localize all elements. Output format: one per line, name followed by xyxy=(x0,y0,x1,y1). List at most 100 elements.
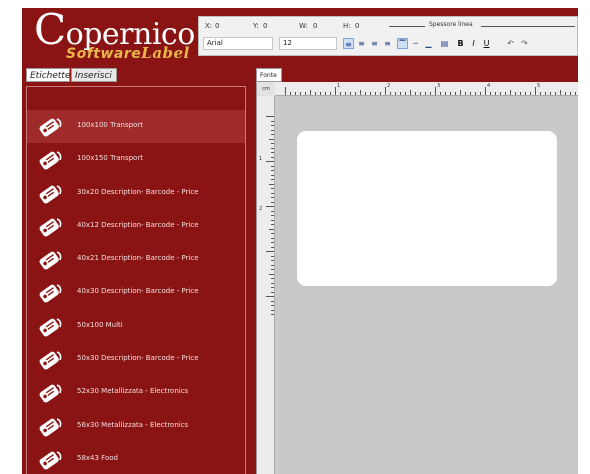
tab-document[interactable]: Fonte xyxy=(256,68,282,82)
list-item[interactable]: 52x30 Metallizzata - Electronics xyxy=(27,376,245,409)
ruler-tick xyxy=(325,92,326,95)
h-label: H: xyxy=(343,22,351,30)
labels-panel: Etichette Inserisci 100x100 Transport 100… xyxy=(22,64,250,474)
y-field[interactable]: 0 xyxy=(263,22,267,30)
tag-icon xyxy=(39,417,62,437)
tag-icon xyxy=(39,318,62,337)
list-item[interactable]: 30x20 Description- Barcode - Price xyxy=(27,177,245,210)
ruler-tick xyxy=(271,143,274,144)
ruler-tick xyxy=(269,228,274,230)
text-options-icon[interactable]: ▤ xyxy=(439,38,450,49)
valign-middle-icon[interactable]: ─ xyxy=(410,38,421,49)
undo-icon[interactable]: ↶ xyxy=(505,38,516,49)
ruler-tick xyxy=(271,300,274,302)
ruler-tick xyxy=(271,170,274,171)
ruler-tick xyxy=(295,92,296,95)
design-workspace: cm 12345 12 xyxy=(256,82,578,474)
list-item-label: 100x100 Transport xyxy=(77,121,143,129)
ruler-number: 5 xyxy=(537,83,541,89)
list-item[interactable]: 40x30 Description- Barcode - Price xyxy=(27,276,245,309)
valign-top-icon[interactable]: ▔ xyxy=(397,38,408,49)
list-item[interactable]: 100x150 Transport xyxy=(27,143,245,176)
ruler-tick xyxy=(350,92,351,95)
ruler-tick xyxy=(271,264,274,266)
align-left-icon[interactable]: ≡ xyxy=(343,38,354,49)
ruler-tick xyxy=(290,92,291,95)
tag-icon xyxy=(39,218,62,237)
ruler-tick xyxy=(271,219,274,221)
ruler-tick xyxy=(520,92,521,95)
ruler-tick xyxy=(390,92,391,95)
ruler-tick xyxy=(269,138,274,140)
ruler-tick xyxy=(480,92,481,95)
ruler-tick xyxy=(271,237,274,239)
ruler-tick xyxy=(365,92,366,95)
valign-bottom-icon[interactable]: ▁ xyxy=(423,38,434,49)
italic-button[interactable]: I xyxy=(468,38,479,49)
ruler-tick xyxy=(271,156,274,158)
ruler-tick xyxy=(400,92,401,95)
ruler-tick xyxy=(266,116,274,117)
tag-icon xyxy=(39,384,62,403)
ruler-tick xyxy=(320,92,321,95)
list-item[interactable]: 40x21 Description- Barcode - Price xyxy=(27,243,245,276)
ruler-tick xyxy=(271,278,274,279)
ruler-tick xyxy=(271,152,274,153)
ruler-tick xyxy=(405,92,406,95)
app-window: Copernico SoftwareLabel X: 0 Y: 0 W: 0 H… xyxy=(22,8,578,474)
ruler-tick xyxy=(271,233,274,234)
ruler-tick xyxy=(300,92,301,95)
x-field[interactable]: 0 xyxy=(215,22,219,30)
underline-button[interactable]: U xyxy=(481,38,492,49)
list-item[interactable]: 40x12 Description- Barcode - Price xyxy=(27,210,245,243)
font-size-select[interactable]: 12 xyxy=(279,37,337,50)
ruler-tick xyxy=(271,282,274,284)
h-field[interactable]: 0 xyxy=(355,22,359,30)
ruler-tick xyxy=(355,92,356,95)
ruler-tick xyxy=(440,92,441,95)
ruler-tick xyxy=(445,92,446,95)
ruler-tick xyxy=(271,174,274,176)
tab-inserisci[interactable]: Inserisci xyxy=(71,68,117,82)
list-item-label: 58x43 Food xyxy=(77,453,118,462)
ruler-tick xyxy=(271,188,274,189)
ruler-tick xyxy=(271,201,274,203)
ruler-tick xyxy=(271,147,274,149)
label-canvas[interactable] xyxy=(297,131,557,286)
align-center-icon[interactable]: ≡ xyxy=(356,38,367,49)
list-item[interactable]: 58x43 Food xyxy=(27,443,245,474)
ruler-tick xyxy=(505,92,506,95)
align-right-icon[interactable]: ≡ xyxy=(369,38,380,49)
ruler-tick xyxy=(535,87,536,95)
font-family-select[interactable]: Arial xyxy=(203,37,273,50)
ruler-tick xyxy=(510,90,511,95)
align-justify-icon[interactable]: ≡ xyxy=(382,38,393,49)
ruler-tick xyxy=(266,161,274,162)
list-item-label: 30x20 Description- Barcode - Price xyxy=(77,187,199,196)
ruler-tick xyxy=(420,92,421,95)
bold-button[interactable]: B xyxy=(455,38,466,49)
list-item-label: 52x30 Metallizzata - Electronics xyxy=(77,387,189,396)
design-area: Fonte cm 12345 12 xyxy=(250,64,578,474)
list-item[interactable]: 100x100 Transport xyxy=(27,110,245,144)
toolbar-row-geometry: X: 0 Y: 0 W: 0 H: 0 Spessore linea xyxy=(199,19,577,35)
label-list: 100x100 Transport 100x150 Transport 30x20 … xyxy=(27,110,245,474)
redo-icon[interactable]: ↷ xyxy=(519,38,530,49)
ruler-tick xyxy=(515,92,516,95)
ruler-number: 1 xyxy=(259,156,263,162)
ruler-tick xyxy=(271,246,274,248)
tab-etichette[interactable]: Etichette xyxy=(26,68,71,82)
list-item[interactable]: 50x30 Description- Barcode - Price xyxy=(27,343,245,376)
tag-icon xyxy=(39,284,62,303)
vertical-ruler: 12 xyxy=(257,96,275,474)
ruler-tick xyxy=(450,92,451,95)
ruler-tick xyxy=(271,305,274,306)
ruler-tick xyxy=(475,92,476,95)
list-item-label: 50x30 Description- Barcode - Price xyxy=(77,354,199,363)
list-item[interactable]: 56x30 Metallizzata - Electronics xyxy=(27,410,245,443)
ruler-number: 4 xyxy=(487,83,491,89)
list-item[interactable]: 50x100 Multi xyxy=(27,310,245,343)
w-field[interactable]: 0 xyxy=(313,22,317,30)
ruler-tick xyxy=(271,224,274,225)
ruler-tick xyxy=(271,125,274,126)
